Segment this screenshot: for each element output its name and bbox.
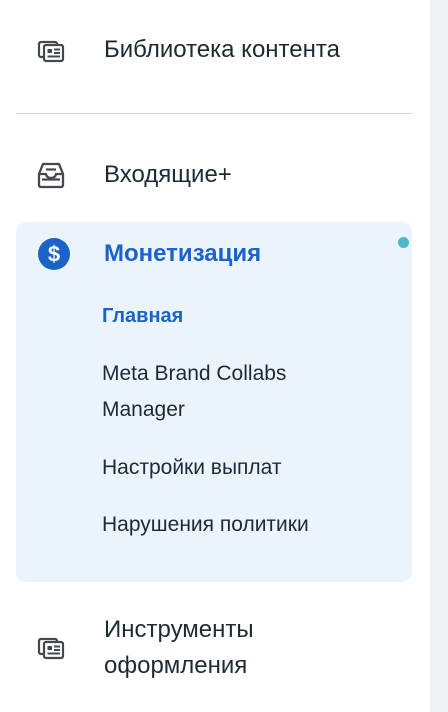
nav-item-label-line1: Инструменты bbox=[104, 616, 254, 643]
nav-item-label: Библиотека контента bbox=[104, 36, 340, 63]
divider bbox=[16, 113, 412, 114]
nav-item-label: Инструменты оформления bbox=[104, 612, 254, 684]
svg-text:$: $ bbox=[48, 242, 60, 267]
nav-item-label-line2: оформления bbox=[104, 652, 248, 679]
nav-item-inbox[interactable]: Входящие+ bbox=[0, 155, 430, 195]
nav-item-monetization[interactable]: Монетизация bbox=[104, 236, 261, 272]
sub-item-brand-collabs-manager[interactable]: Meta Brand Collabs Manager bbox=[102, 356, 392, 428]
dollar-icon: $ bbox=[38, 238, 70, 270]
content-library-icon bbox=[36, 35, 66, 65]
notification-dot bbox=[398, 237, 409, 248]
nav-item-design-tools[interactable]: Инструменты оформления bbox=[0, 612, 430, 686]
nav-item-label: Входящие+ bbox=[104, 161, 232, 188]
sub-item-label-line1: Meta Brand Collabs bbox=[102, 362, 287, 385]
sub-item-payout-settings[interactable]: Настройки выплат bbox=[102, 450, 392, 486]
scrollbar-track[interactable] bbox=[430, 0, 448, 712]
sub-item-home[interactable]: Главная bbox=[102, 298, 392, 334]
inbox-icon bbox=[36, 160, 66, 190]
sub-item-label-line2: Manager bbox=[102, 398, 185, 421]
nav-item-content-library[interactable]: Библиотека контента bbox=[0, 30, 430, 70]
sub-item-policy-violations[interactable]: Нарушения политики bbox=[102, 507, 392, 543]
design-tools-icon bbox=[36, 632, 66, 662]
